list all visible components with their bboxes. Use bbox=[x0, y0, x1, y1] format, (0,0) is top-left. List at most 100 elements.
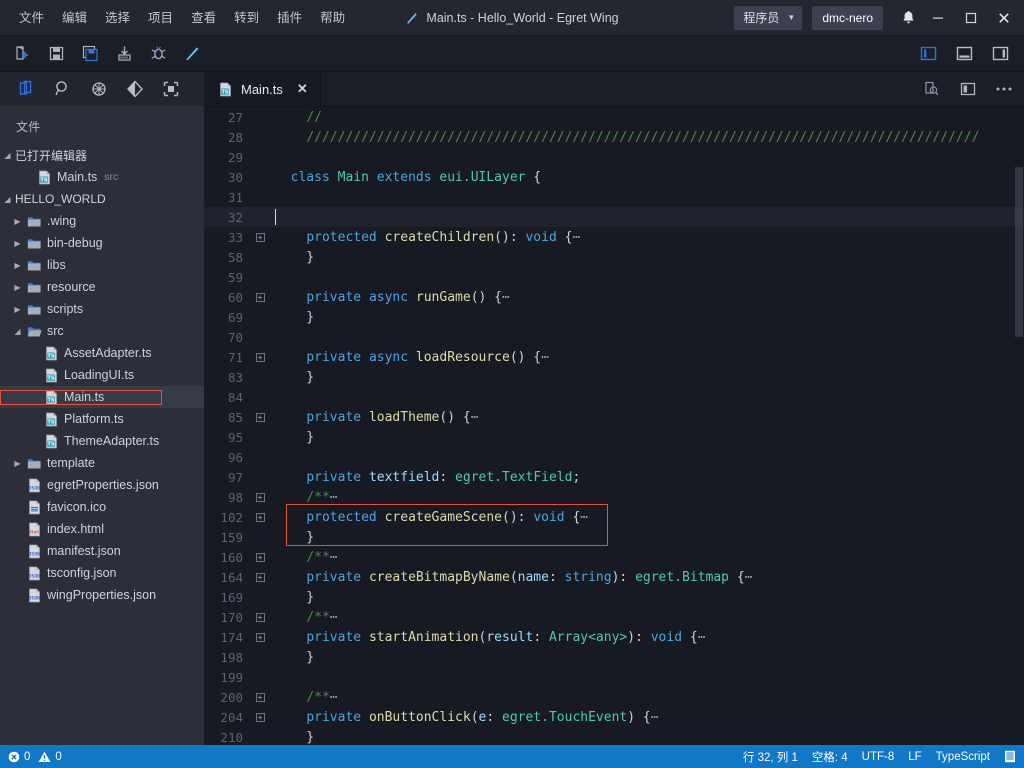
minimize-button[interactable] bbox=[921, 0, 954, 36]
close-button[interactable] bbox=[987, 0, 1020, 36]
tree-item-libs[interactable]: ▶ libs bbox=[0, 254, 204, 276]
language-mode[interactable]: TypeScript bbox=[936, 751, 990, 763]
split-editor-icon[interactable] bbox=[958, 79, 978, 99]
tree-item-resource[interactable]: ▶ resource bbox=[0, 276, 204, 298]
tree-item-bin-debug[interactable]: ▶ bin-debug bbox=[0, 232, 204, 254]
code-token: () { bbox=[470, 289, 503, 305]
toggle-right-panel-icon[interactable] bbox=[986, 40, 1014, 68]
open-preview-icon[interactable] bbox=[922, 79, 942, 99]
maximize-button[interactable] bbox=[954, 0, 987, 36]
indentation-setting[interactable]: 空格: 4 bbox=[812, 749, 848, 765]
notebook-icon[interactable] bbox=[1004, 750, 1016, 763]
chevron-right-icon[interactable]: ▶ bbox=[10, 239, 25, 248]
search-icon[interactable] bbox=[46, 73, 80, 105]
scrollbar-thumb[interactable] bbox=[1015, 167, 1023, 337]
menu-item-0[interactable]: 文件 bbox=[10, 6, 53, 30]
chevron-right-icon[interactable]: ▶ bbox=[10, 217, 25, 226]
egret-logo-icon bbox=[407, 12, 418, 24]
tree-item-wingproperties-json[interactable]: JSON wingProperties.json bbox=[0, 584, 204, 606]
code-line: 84 bbox=[204, 387, 1024, 407]
code-editor[interactable]: 27 //28 ////////////////////////////////… bbox=[204, 107, 1024, 745]
tree-item-assetadapter-ts[interactable]: TS AssetAdapter.ts bbox=[0, 342, 204, 364]
cursor-position[interactable]: 行 32, 列 1 bbox=[743, 749, 798, 765]
menu-item-3[interactable]: 项目 bbox=[139, 6, 182, 30]
menu-item-4[interactable]: 查看 bbox=[182, 6, 225, 30]
chevron-right-icon[interactable]: ▶ bbox=[10, 305, 25, 314]
extensions-icon[interactable] bbox=[154, 73, 188, 105]
chevron-right-icon[interactable]: ▶ bbox=[10, 459, 25, 468]
code-text: } bbox=[268, 430, 314, 445]
fold-expand-icon[interactable]: + bbox=[252, 352, 268, 362]
fold-expand-icon[interactable]: + bbox=[252, 692, 268, 702]
fold-expand-icon[interactable]: + bbox=[252, 512, 268, 522]
fold-plus-icon: + bbox=[255, 632, 265, 642]
tree-item-main-ts[interactable]: TS Main.ts bbox=[0, 386, 204, 408]
tree-item-template[interactable]: ▶ template bbox=[0, 452, 204, 474]
menu-item-6[interactable]: 插件 bbox=[268, 6, 311, 30]
tree-item--wing[interactable]: ▶ .wing bbox=[0, 210, 204, 232]
fold-expand-icon[interactable]: + bbox=[252, 572, 268, 582]
chevron-right-icon[interactable]: ▶ bbox=[10, 261, 25, 270]
editor-tab[interactable]: TS Main.ts ✕ bbox=[204, 72, 321, 106]
fold-expand-icon[interactable]: + bbox=[252, 412, 268, 422]
tree-item-tsconfig-json[interactable]: JSON tsconfig.json bbox=[0, 562, 204, 584]
line-number: 98 bbox=[227, 489, 243, 505]
tree-item-themeadapter-ts[interactable]: TS ThemeAdapter.ts bbox=[0, 430, 204, 452]
tree-item-label: bin-debug bbox=[47, 236, 103, 250]
tree-item-manifest-json[interactable]: JSON manifest.json bbox=[0, 540, 204, 562]
code-text: ////////////////////////////////////////… bbox=[268, 130, 979, 145]
eol-setting[interactable]: LF bbox=[908, 751, 921, 763]
editor-scrollbar[interactable] bbox=[1014, 107, 1024, 745]
project-root-header[interactable]: ◢ HELLO_WORLD bbox=[0, 188, 204, 210]
fold-expand-icon[interactable]: + bbox=[252, 292, 268, 302]
new-project-icon[interactable] bbox=[8, 40, 36, 68]
code-line: 32 bbox=[204, 207, 1024, 227]
problems-indicator[interactable]: 0 0 bbox=[8, 751, 62, 763]
menu-item-1[interactable]: 编辑 bbox=[53, 6, 96, 30]
fold-expand-icon[interactable]: + bbox=[252, 492, 268, 502]
tree-item-egretproperties-json[interactable]: JSON egretProperties.json bbox=[0, 474, 204, 496]
more-actions-icon[interactable] bbox=[994, 79, 1014, 99]
folder-icon bbox=[27, 304, 41, 314]
chevron-down-icon[interactable]: ◢ bbox=[10, 327, 25, 336]
save-icon[interactable] bbox=[42, 40, 70, 68]
sidebar-title: 文件 bbox=[0, 106, 204, 144]
line-number: 28 bbox=[227, 129, 243, 145]
open-editor-item[interactable]: TS Main.ts src bbox=[0, 166, 204, 188]
toggle-sidebar-icon[interactable] bbox=[914, 40, 942, 68]
menu-item-7[interactable]: 帮助 bbox=[311, 6, 354, 30]
fold-expand-icon[interactable]: + bbox=[252, 712, 268, 722]
tree-item-index-html[interactable]: Html index.html bbox=[0, 518, 204, 540]
wing-icon[interactable] bbox=[178, 40, 206, 68]
tree-item-src[interactable]: ◢ src bbox=[0, 320, 204, 342]
debug-icon[interactable] bbox=[82, 73, 116, 105]
fold-expand-icon[interactable]: + bbox=[252, 232, 268, 242]
tree-item-favicon-ico[interactable]: favicon.ico bbox=[0, 496, 204, 518]
user-account-chip[interactable]: dmc-nero bbox=[812, 5, 883, 30]
role-selector[interactable]: 程序员 ▼ bbox=[734, 5, 803, 30]
tree-item-scripts[interactable]: ▶ scripts bbox=[0, 298, 204, 320]
fold-expand-icon[interactable]: + bbox=[252, 612, 268, 622]
menu-item-5[interactable]: 转到 bbox=[225, 6, 268, 30]
chevron-right-icon[interactable]: ▶ bbox=[10, 283, 25, 292]
menu-item-2[interactable]: 选择 bbox=[96, 6, 139, 30]
fold-expand-icon[interactable]: + bbox=[252, 632, 268, 642]
source-control-icon[interactable] bbox=[118, 73, 152, 105]
tree-item-loadingui-ts[interactable]: TS LoadingUI.ts bbox=[0, 364, 204, 386]
tree-item-platform-ts[interactable]: TS Platform.ts bbox=[0, 408, 204, 430]
code-token: ; bbox=[572, 469, 581, 485]
explorer-icon[interactable] bbox=[10, 73, 44, 105]
toggle-panel-icon[interactable] bbox=[950, 40, 978, 68]
publish-icon[interactable] bbox=[110, 40, 138, 68]
close-icon[interactable]: ✕ bbox=[297, 81, 308, 97]
fold-expand-icon[interactable]: + bbox=[252, 552, 268, 562]
line-number: 30 bbox=[227, 169, 243, 185]
notifications-button[interactable] bbox=[895, 10, 921, 25]
debug-icon[interactable] bbox=[144, 40, 172, 68]
save-all-icon[interactable] bbox=[76, 40, 104, 68]
open-editors-section-header[interactable]: ◢ 已打开编辑器 bbox=[0, 144, 204, 166]
encoding-setting[interactable]: UTF-8 bbox=[862, 751, 895, 763]
